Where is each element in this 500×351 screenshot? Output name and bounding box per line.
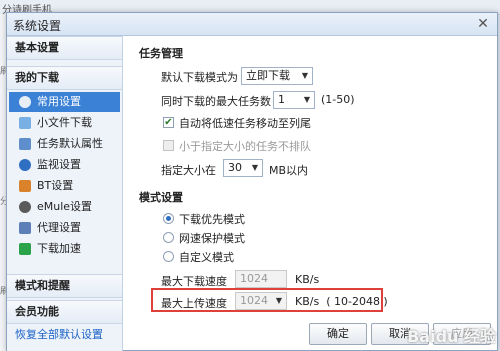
upload-highlight-box [151, 288, 383, 312]
close-icon[interactable]: ✕ [475, 16, 491, 32]
accelerate-icon [19, 243, 31, 255]
auto-move-checkbox[interactable]: ✔ [163, 117, 174, 128]
mode-section-title: 模式设置 [139, 191, 183, 204]
small-noqueue-label: 小于指定大小的任务不排队 [179, 140, 311, 153]
sidebar-item-label: 代理设置 [37, 221, 81, 234]
chevron-down-icon: ▼ [301, 71, 308, 80]
proxy-icon [19, 222, 31, 234]
sidebar-item-label: BT设置 [37, 179, 74, 192]
max-tasks-range: (1-50) [321, 93, 355, 106]
sidebar-item-common[interactable]: 常用设置 [9, 92, 120, 112]
sidebar-item-label: eMule设置 [37, 200, 93, 213]
small-noqueue-checkbox[interactable] [163, 140, 174, 151]
max-download-label: 最大下载速度 [161, 275, 227, 288]
dialog-title: 系统设置 [13, 19, 62, 33]
mode-radio-download-first[interactable] [163, 213, 174, 224]
sidebar-item-task-default[interactable]: 任务默认属性 [9, 134, 120, 154]
max-download-input[interactable]: 1024 [235, 270, 287, 288]
sidebar-item-label: 下载加速 [37, 242, 81, 255]
mode-radio-network-protect[interactable] [163, 232, 174, 243]
sidebar-group-basic[interactable]: 基本设置 [7, 36, 122, 60]
sidebar-item-label: 常用设置 [37, 95, 81, 108]
monitor-icon [19, 159, 31, 171]
ok-button[interactable]: 确定 [309, 323, 367, 345]
mode-option-label: 下载优先模式 [179, 213, 245, 226]
sidebar-item-bt[interactable]: BT设置 [9, 176, 120, 196]
sidebar-item-monitor[interactable]: 监视设置 [9, 155, 120, 175]
chevron-down-icon: ▼ [303, 95, 310, 104]
chevron-down-icon: ▼ [251, 163, 258, 172]
specify-size-unit: MB以内 [269, 164, 309, 177]
sidebar-item-proxy[interactable]: 代理设置 [9, 218, 120, 238]
gear-icon [19, 96, 31, 108]
sidebar-item-label: 小文件下载 [37, 116, 92, 129]
sidebar-item-label: 监视设置 [37, 158, 81, 171]
sidebar: 基本设置 我的下载 常用设置 小文件下载 任务默认属性 监视设置 BT设置 eM… [7, 36, 123, 351]
specify-size-select[interactable]: 30 ▼ [223, 159, 263, 177]
sidebar-item-smallfile[interactable]: 小文件下载 [9, 113, 120, 133]
task-section-title: 任务管理 [139, 47, 183, 60]
file-icon [19, 117, 31, 129]
settings-dialog: 系统设置 ✕ 基本设置 我的下载 常用设置 小文件下载 任务默认属性 监视设置 … [6, 12, 498, 351]
max-tasks-select[interactable]: 1 ▼ [273, 91, 315, 109]
task-icon [19, 138, 31, 150]
bt-icon [19, 180, 31, 192]
auto-move-label: 自动将低速任务移动至列尾 [179, 117, 311, 130]
sidebar-group-mode[interactable]: 模式和提醒 [7, 274, 122, 298]
emule-icon [19, 201, 31, 213]
specify-size-label: 指定大小在 [161, 164, 216, 177]
max-download-unit: KB/s [295, 273, 320, 286]
specify-size-value: 30 [228, 161, 242, 174]
default-mode-value: 立即下载 [246, 69, 290, 82]
mode-radio-custom[interactable] [163, 251, 174, 262]
watermark: Baidu 经验 [407, 327, 496, 346]
max-download-value: 1024 [240, 272, 268, 285]
mode-option-label: 自定义模式 [179, 251, 234, 264]
dialog-titlebar[interactable]: 系统设置 ✕ [7, 13, 497, 36]
sidebar-group-member[interactable]: 会员功能 [7, 300, 122, 324]
sidebar-item-emule[interactable]: eMule设置 [9, 197, 120, 217]
mode-option-label: 网速保护模式 [179, 232, 245, 245]
restore-defaults-link[interactable]: 恢复全部默认设置 [15, 326, 103, 342]
max-tasks-label: 同时下载的最大任务数 [161, 95, 271, 108]
default-mode-select[interactable]: 立即下载 ▼ [241, 67, 313, 85]
max-tasks-value: 1 [278, 93, 285, 106]
default-mode-label: 默认下载模式为 [161, 71, 238, 84]
sidebar-group-mydownload[interactable]: 我的下载 [7, 66, 122, 90]
sidebar-item-label: 任务默认属性 [37, 137, 103, 150]
sidebar-item-accelerate[interactable]: 下载加速 [9, 239, 120, 259]
settings-content: 任务管理 默认下载模式为 立即下载 ▼ 同时下载的最大任务数 1 ▼ (1-50… [123, 36, 497, 351]
